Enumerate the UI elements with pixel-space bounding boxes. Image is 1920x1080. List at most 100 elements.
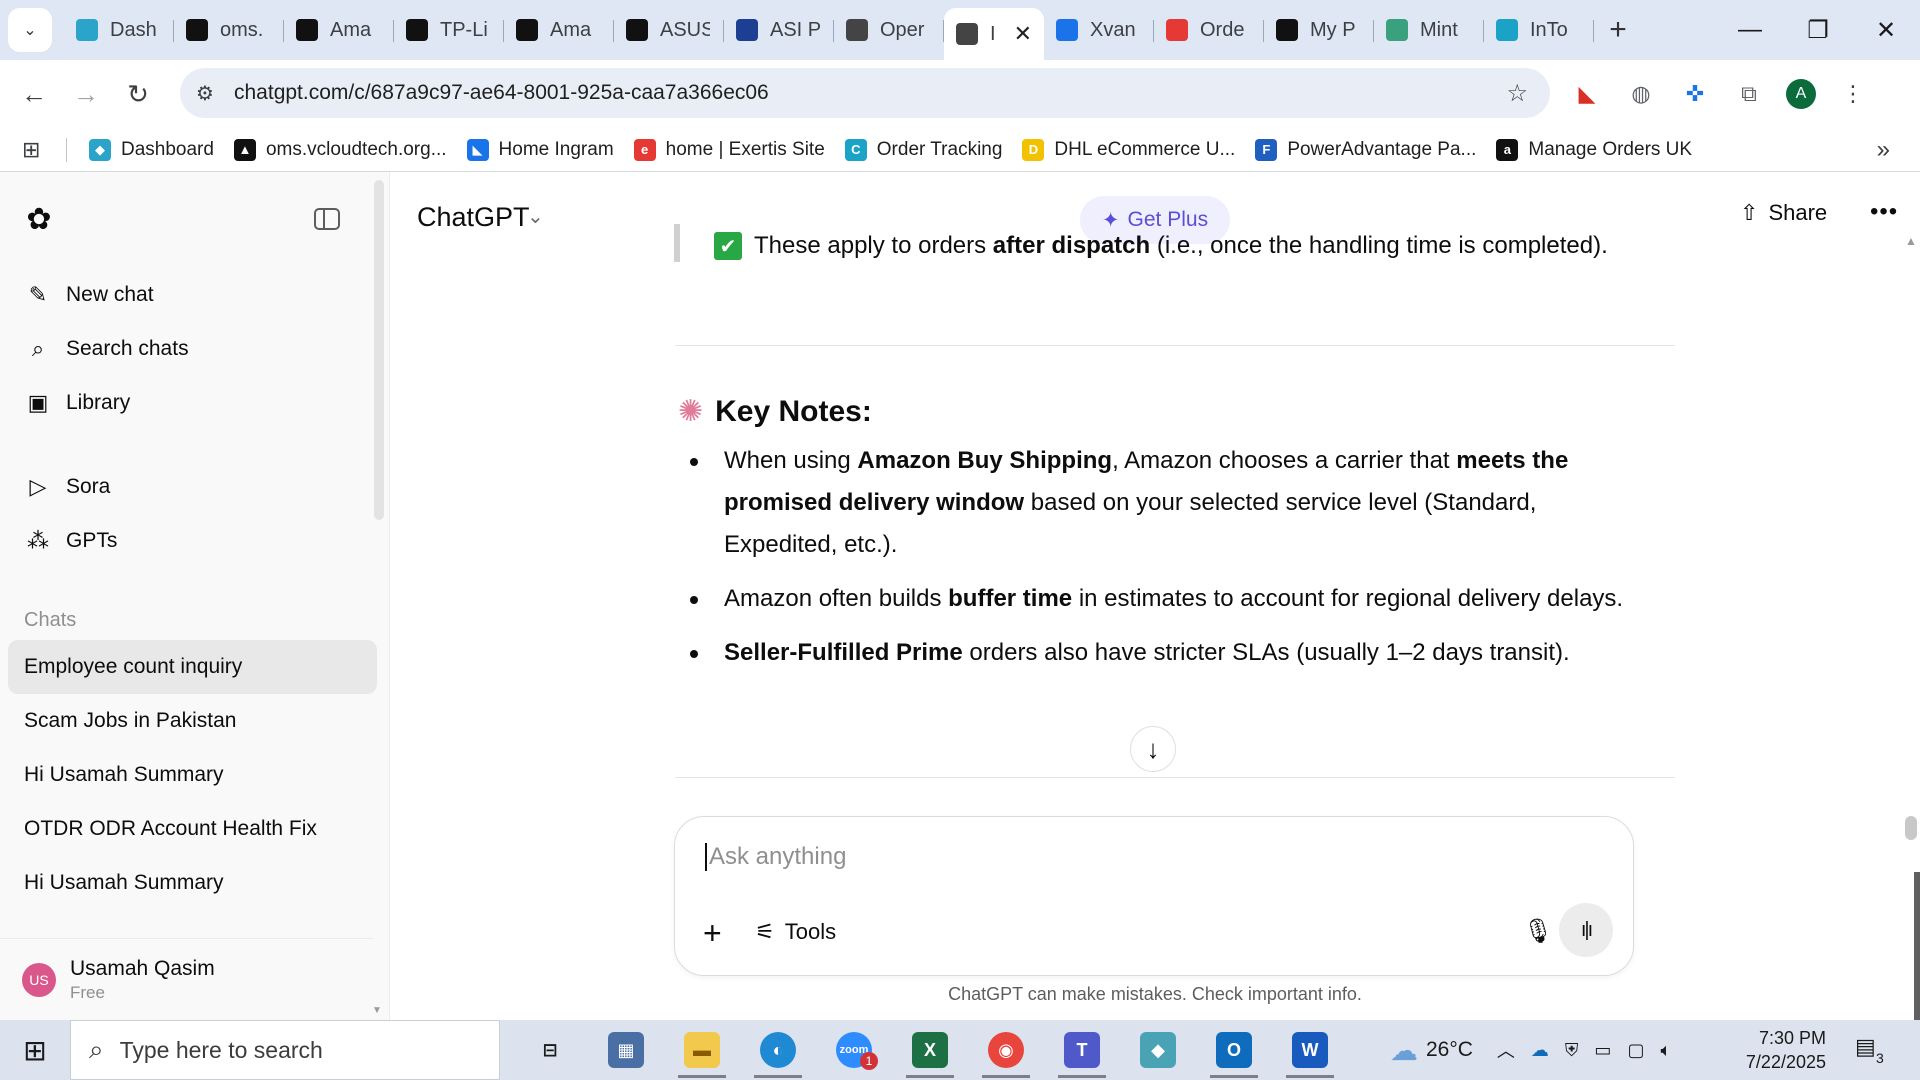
new-tab-button[interactable]: + [1598,10,1638,50]
main-scroll-up-arrow[interactable]: ▲ [1905,234,1917,248]
bookmark-item[interactable]: e home | Exertis Site [624,132,835,168]
battery-icon[interactable]: ▭ [1594,1040,1611,1061]
bookmark-item[interactable]: F PowerAdvantage Pa... [1245,132,1486,168]
taskbar-excel[interactable]: X [892,1020,968,1080]
bookmark-favicon-icon: D [1022,138,1045,161]
microphone-icon[interactable]: 🎙︎ [1523,917,1553,946]
onedrive-icon[interactable]: ☁ [1531,1040,1549,1061]
clock[interactable]: 7:30 PM 7/22/2025 [1736,1026,1826,1074]
extensions-puzzle-icon[interactable]: ⧉ [1732,77,1766,111]
minimize-button[interactable]: — [1716,0,1784,60]
chevron-up-icon[interactable]: ︿ [1497,1037,1515,1063]
bookmark-item[interactable]: C Order Tracking [835,132,1013,168]
clock-date: 7/22/2025 [1745,1052,1826,1072]
tab-search-button[interactable]: ⌄ [8,8,52,52]
bookmark-star-icon[interactable]: ☆ [1506,79,1528,108]
taskbar-app-diamond[interactable]: ◆ [1120,1020,1196,1080]
vpn-extension-icon[interactable]: ✜ [1678,77,1712,111]
tab-amazon[interactable]: ASUS [614,8,724,52]
sidebar-scroll-down-arrow[interactable]: ▼ [372,1005,382,1016]
tab-label: I [990,22,996,45]
taskbar-file-explorer[interactable]: ▬ [664,1020,740,1080]
openai-logo-icon[interactable]: ✿ [22,202,56,236]
tab-amazon[interactable]: Ama [284,8,394,52]
taskbar-search-box[interactable]: ⌕ Type here to search [70,1020,500,1080]
brain-icon: ✺ [678,395,704,428]
weather-widget[interactable]: ☁ 26°C [1390,1034,1473,1067]
add-attachment-button[interactable]: + [703,915,722,952]
restore-button[interactable]: ❐ [1784,0,1852,60]
tools-label: Tools [784,919,837,944]
sidebar-item-new-chat[interactable]: ✎ New chat [0,268,389,322]
close-window-button[interactable]: ✕ [1852,0,1920,60]
sidebar-item-gpts[interactable]: ⁂ GPTs [0,514,389,568]
voice-mode-button[interactable]: ı|ı [1559,903,1613,957]
main-scrollbar-thumb[interactable] [1905,816,1917,840]
url-text[interactable]: chatgpt.com/c/687a9c97-ae64-8001-925a-ca… [234,81,769,105]
text-span: orders also have stricter SLAs (usually … [962,639,1570,666]
tab-myp[interactable]: My P [1264,8,1374,52]
site-info-icon[interactable]: ⚙ [180,81,230,106]
volume-icon[interactable]: 🔈︎ [1660,1040,1671,1061]
notifications-icon[interactable]: ▤ [1855,1034,1876,1060]
tab-mint[interactable]: Mint [1374,8,1484,52]
taskbar-teams[interactable]: T [1044,1020,1120,1080]
page-scrollbar[interactable] [1914,872,1920,1020]
windows-start-icon[interactable]: ⊞ [0,1020,70,1080]
tab-xvantage[interactable]: Xvan [1044,8,1154,52]
taskbar-edge[interactable]: ◐ [740,1020,816,1080]
taskbar-zoom[interactable]: zoom 1 [816,1020,892,1080]
taskbar-chrome[interactable]: ◉ [968,1020,1044,1080]
tab-openai[interactable]: Oper [834,8,944,52]
chat-history-item[interactable]: Hi Usamah Summary [8,748,377,802]
tab-exertis[interactable]: Orde [1154,8,1264,52]
bookmark-item[interactable]: ◣ Home Ingram [457,132,624,168]
forward-button[interactable]: → [60,68,112,120]
prompt-input[interactable] [705,843,1585,871]
reload-button[interactable]: ↻ [112,68,164,120]
sidebar-item-sora[interactable]: ▷ Sora [0,460,389,514]
taskbar-outlook[interactable]: O [1196,1020,1272,1080]
chat-history-item[interactable]: Employee count inquiry [8,640,377,694]
tab-openai[interactable]: I ✕ [944,8,1044,60]
tab-into[interactable]: InTo [1484,8,1594,52]
bookmark-item[interactable]: ◆ Dashboard [79,132,224,168]
bookmark-item[interactable]: ▲ oms.vcloudtech.org... [224,132,457,168]
back-button[interactable]: ← [8,68,60,120]
sidebar-scrollbar[interactable] [374,180,384,520]
scroll-to-bottom-button[interactable]: ↓ [1130,726,1176,772]
bookmark-item[interactable]: D DHL eCommerce U... [1012,132,1245,168]
pdf-extension-icon[interactable]: ◣ [1570,77,1604,111]
amazon-icon [296,19,318,41]
user-account[interactable]: US Usamah Qasim Free [0,938,374,1020]
tab-amazon[interactable]: Ama [504,8,614,52]
chat-history-item[interactable]: Scam Jobs in Pakistan [8,694,377,748]
chat-history-item[interactable]: Hi Usamah Summary [8,856,377,910]
check-mark-icon: ✔ [714,232,742,260]
taskbar-word[interactable]: W [1272,1020,1348,1080]
apps-grid-icon[interactable]: ⊞ [22,137,58,163]
more-options-icon[interactable]: ••• [1870,198,1898,226]
tab-asi[interactable]: ASI P [724,8,834,52]
tab-dashboard[interactable]: Dash [64,8,174,52]
close-tab-icon[interactable]: ✕ [1014,21,1032,47]
sidebar-toggle-icon[interactable] [314,208,340,230]
tools-button[interactable]: ⚟ Tools [755,919,836,945]
browser-menu-icon[interactable]: ⋮ [1836,77,1870,111]
sidebar-item-search-chats[interactable]: ⌕ Search chats [0,322,389,376]
share-button[interactable]: ⇧ Share [1740,200,1827,226]
security-icon[interactable]: ⛨ [1565,1040,1579,1061]
chat-history-item[interactable]: OTDR ODR Account Health Fix [8,802,377,856]
more-bookmarks-icon[interactable]: » [1877,136,1890,164]
tab-amazon[interactable]: TP-Li [394,8,504,52]
taskbar-calculator[interactable]: ▦ [588,1020,664,1080]
profile-avatar[interactable]: A [1786,79,1816,109]
taskbar-task-view[interactable]: ⊟ [512,1020,588,1080]
address-bar[interactable]: ⚙ chatgpt.com/c/687a9c97-ae64-8001-925a-… [180,68,1550,118]
sidebar-item-library[interactable]: ▣ Library [0,376,389,430]
tab-oms[interactable]: oms. [174,8,284,52]
network-icon[interactable]: ▢ [1627,1040,1644,1061]
bookmark-item[interactable]: a Manage Orders UK [1486,132,1702,168]
sidebar-header: ✿ [0,172,389,268]
globe-extension-icon[interactable]: ◍ [1624,77,1658,111]
